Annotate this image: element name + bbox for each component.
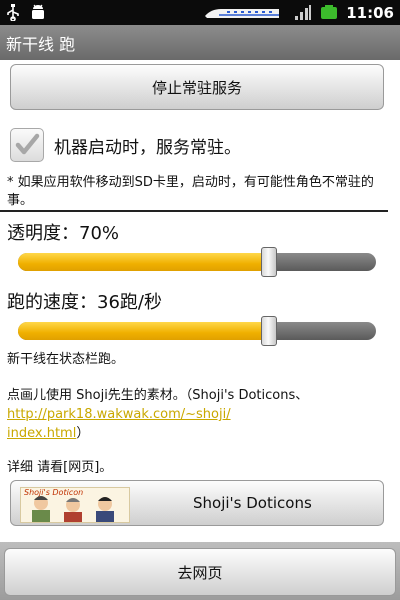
status-bar: 11:06 [0,0,400,25]
transparency-track [18,253,376,271]
clock: 11:06 [346,4,394,22]
speed-track [18,322,376,340]
startup-checkbox[interactable] [10,128,44,162]
android-debug-icon [32,4,44,19]
sd-card-note: * 如果应用软件移动到SD卡里，启动时，有可能性角色不常驻的事。 [7,175,374,208]
speed-slider[interactable] [18,316,376,346]
doticons-button-label: Shoji's Doticons [193,494,312,512]
signal-icon [295,5,312,20]
transparency-slider[interactable] [18,247,376,277]
shinkansen-train-icon [205,9,279,18]
battery-icon [321,5,338,19]
speed-label: 跑的速度：36跑/秒 [7,292,162,313]
app-title: 新干线 跑 [0,25,400,60]
transparency-thumb[interactable] [261,247,277,277]
startup-checkbox-label: 机器启动时，服务常驻。 [54,138,241,158]
checkmark-icon [15,133,40,155]
statusbar-run-text: 新干线在状态栏跑。 [7,352,125,367]
credit-link-line2: index.html [7,426,77,441]
credit-prefix: 点画儿使用 Shoji先生的素材。（Shoji's Doticons、 [7,388,309,403]
speed-fill [18,322,269,340]
credit-suffix: ） [76,426,90,441]
doticons-banner-image: Shoji's Doticon [20,487,130,523]
goto-web-button[interactable]: 去网页 [4,548,396,596]
shoji-characters-icon [32,496,114,522]
transparency-fill [18,253,269,271]
details-text: 详细 请看[网页]。 [7,460,113,475]
divider [0,210,388,212]
transparency-label: 透明度：70% [7,223,120,244]
credit-text: 点画儿使用 Shoji先生的素材。（Shoji's Doticons、 http… [7,386,391,443]
speed-thumb[interactable] [261,316,277,346]
credit-link[interactable]: http://park18.wakwak.com/~shoji/index.ht… [7,407,231,441]
stop-service-button[interactable]: 停止常驻服务 [10,64,384,110]
usb-icon [7,4,19,21]
credit-link-line1: http://park18.wakwak.com/~shoji/ [7,407,231,422]
